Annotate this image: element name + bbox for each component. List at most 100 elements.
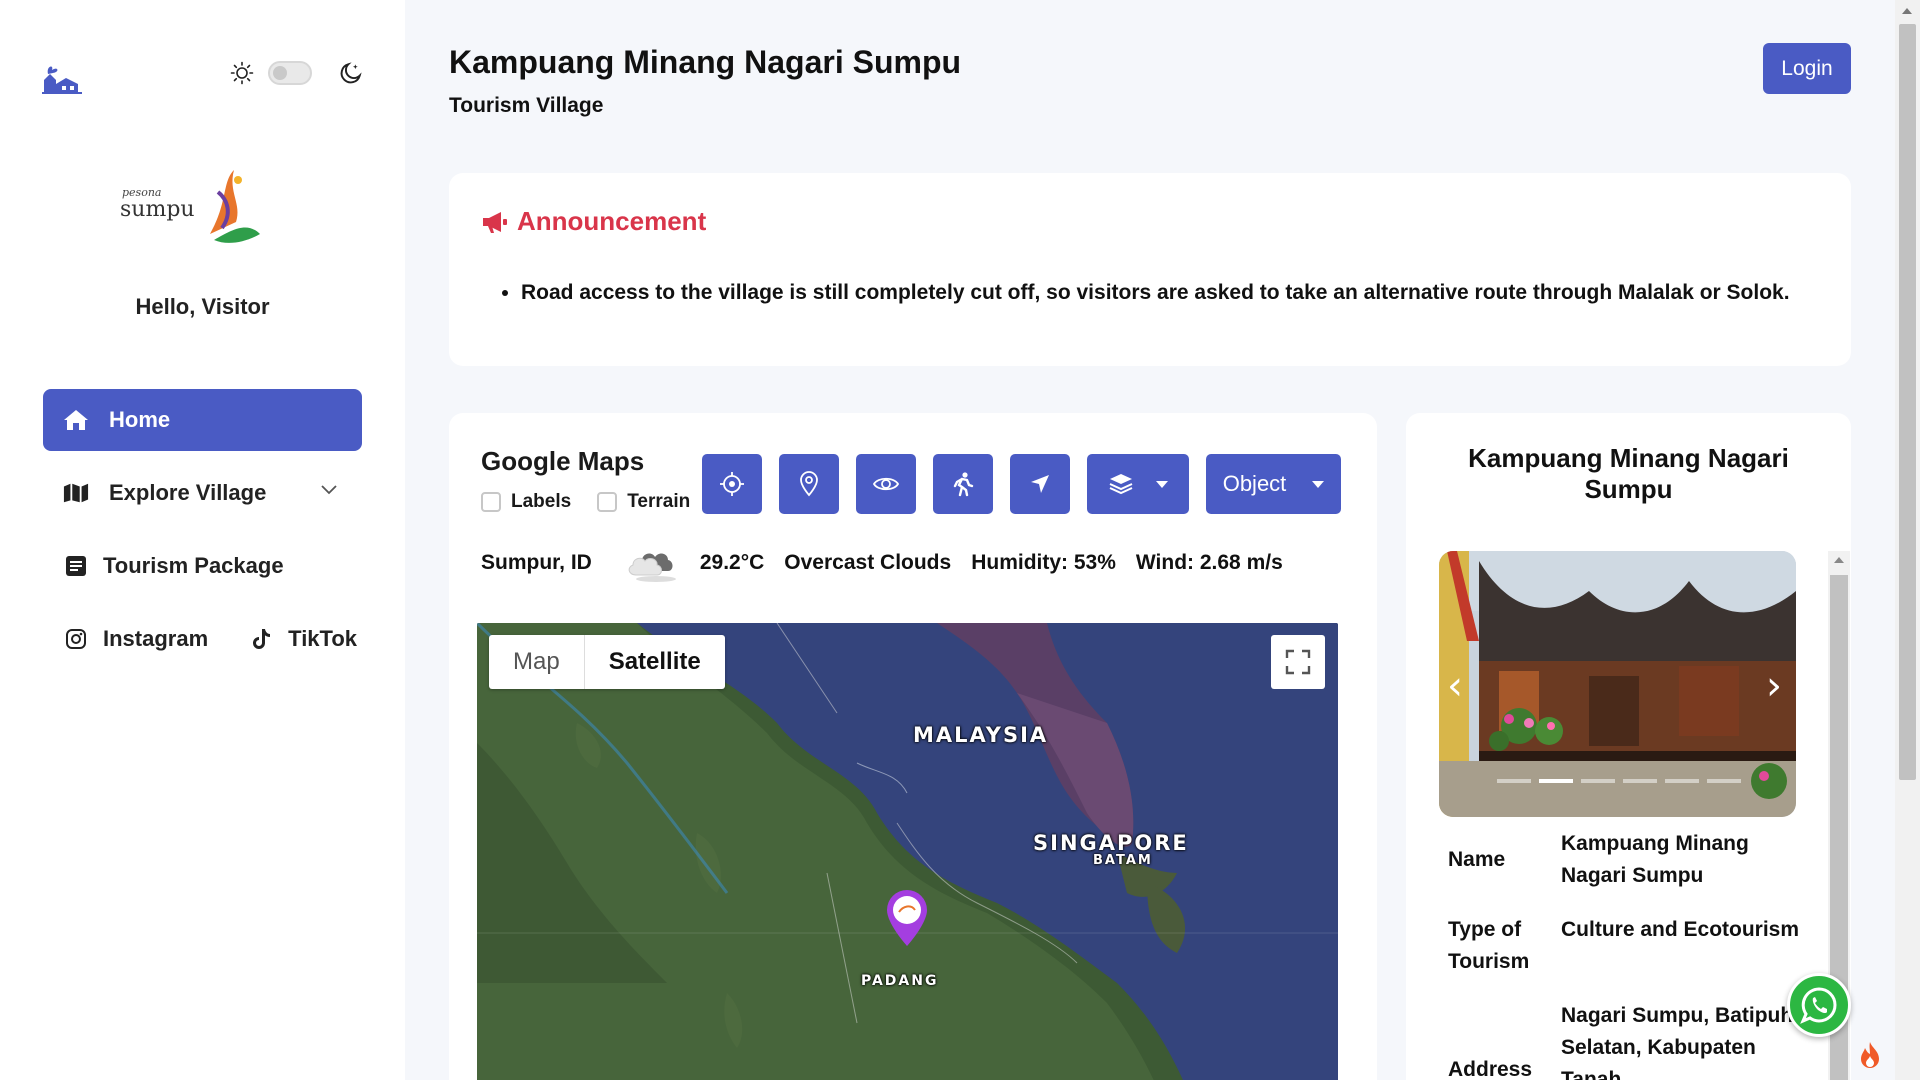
sidebar-item-home[interactable]: Home xyxy=(43,389,362,451)
photo-carousel[interactable]: ‹ › xyxy=(1439,551,1796,817)
greeting: Hello, Visitor xyxy=(135,294,270,319)
package-icon xyxy=(63,553,89,579)
scroll-up-arrow-icon[interactable] xyxy=(1834,557,1844,563)
instagram-label: Instagram xyxy=(103,626,209,651)
navigation-arrow-icon xyxy=(1031,475,1049,493)
map-icon xyxy=(63,480,89,506)
map-pin-icon xyxy=(800,471,818,497)
maps-card: Google Maps Labels Terrain Object Sumpur… xyxy=(449,413,1377,1080)
carousel-dot[interactable] xyxy=(1581,779,1615,783)
view-button[interactable] xyxy=(856,454,916,514)
sidebar-item-tourism-package[interactable]: Tourism Package xyxy=(43,535,362,597)
info-row-name: Name Kampuang Minang Nagari Sumpu xyxy=(1448,828,1818,892)
caret-down-icon xyxy=(1156,480,1168,488)
info-value: Culture and Ecotourism xyxy=(1561,918,1800,941)
carousel-next-button[interactable]: › xyxy=(1766,663,1782,709)
labels-checkbox-label: Labels xyxy=(511,491,572,512)
village-marker-icon[interactable] xyxy=(885,888,929,948)
announcement-title: Announcement xyxy=(517,206,707,236)
map-label-padang: PADANG xyxy=(861,973,939,989)
tiktok-icon xyxy=(248,626,274,652)
moon-icon xyxy=(340,62,362,84)
sidebar-nav: Home Explore Village Tourism Package Ins… xyxy=(43,389,362,670)
village-location-button[interactable] xyxy=(779,454,839,514)
announcement-item: Road access to the village is still comp… xyxy=(521,281,1790,305)
terrain-checkbox-label: Terrain xyxy=(627,491,691,512)
around-you-button[interactable] xyxy=(933,454,993,514)
info-value: Nagari Sumpu, Batipuh Selatan, Kabupaten… xyxy=(1561,1004,1794,1080)
current-location-button[interactable] xyxy=(702,454,762,514)
eye-icon xyxy=(872,477,900,491)
weather-temperature: 29.2°C xyxy=(699,551,765,574)
weather-wind: Wind: 2.68 m/s xyxy=(1135,551,1283,574)
maps-title: Google Maps xyxy=(481,446,645,476)
weather-bar: Sumpur, ID 29.2°C Overcast Clouds Humidi… xyxy=(481,541,1303,585)
dark-mode-switch[interactable] xyxy=(268,61,312,85)
navigate-button[interactable] xyxy=(1010,454,1070,514)
labels-checkbox[interactable]: Labels xyxy=(481,491,571,513)
map-type-satellite-button[interactable]: Satellite xyxy=(583,635,725,689)
map-type-map-button[interactable]: Map xyxy=(489,635,584,689)
info-key: Name xyxy=(1448,848,1506,871)
sun-icon xyxy=(230,61,254,85)
fullscreen-button[interactable] xyxy=(1271,635,1325,689)
layers-icon xyxy=(1109,474,1133,495)
terrain-checkbox[interactable]: Terrain xyxy=(597,491,690,513)
home-icon xyxy=(63,407,89,433)
instagram-icon xyxy=(63,626,89,652)
map-label-batam: BATAM xyxy=(1093,853,1153,868)
walking-person-icon xyxy=(953,472,974,497)
megaphone-icon xyxy=(483,211,507,233)
scrollbar-thumb[interactable] xyxy=(1899,24,1916,780)
weather-location: Sumpur, ID xyxy=(481,551,592,574)
whatsapp-icon xyxy=(1800,987,1837,1024)
social-links: Instagram TikTok xyxy=(43,608,362,670)
carousel-dot[interactable] xyxy=(1665,779,1699,783)
announcement-card: Announcement Road access to the village … xyxy=(449,173,1851,366)
theme-toggle xyxy=(230,60,364,86)
scroll-up-arrow-icon[interactable] xyxy=(1902,8,1912,14)
village-detail-card: Kampuang Minang Nagari Sumpu ‹ › Name Ka… xyxy=(1406,413,1851,1080)
google-map[interactable]: MALAYSIA SINGAPORE BATAM PADANG Map Sate… xyxy=(477,623,1338,1080)
sidebar-item-label: Home xyxy=(109,407,171,432)
carousel-indicators xyxy=(1497,779,1741,783)
carousel-dot[interactable] xyxy=(1497,779,1531,783)
fire-icon[interactable] xyxy=(1855,1040,1885,1070)
sidebar-item-explore-village[interactable]: Explore Village xyxy=(43,462,362,524)
crosshair-icon xyxy=(720,472,744,496)
page-scrollbar[interactable] xyxy=(1895,0,1920,1080)
chevron-down-icon xyxy=(321,485,337,495)
instagram-link[interactable]: Instagram xyxy=(63,626,208,652)
info-key: Address xyxy=(1448,1058,1533,1080)
weather-condition: Overcast Clouds xyxy=(784,551,952,574)
page-subtitle: Tourism Village xyxy=(449,94,604,117)
login-button[interactable]: Login xyxy=(1763,43,1851,94)
carousel-dot[interactable] xyxy=(1623,779,1657,783)
sidebar-item-label: Tourism Package xyxy=(103,553,284,578)
map-toolbar: Object xyxy=(702,454,1341,514)
main-content: Kampuang Minang Nagari Sumpu Tourism Vil… xyxy=(405,0,1895,1080)
carousel-dot[interactable] xyxy=(1707,779,1741,783)
village-info-table: Name Kampuang Minang Nagari Sumpu Type o… xyxy=(1448,828,1818,1080)
overcast-cloud-icon xyxy=(628,553,676,582)
village-logo-icon[interactable] xyxy=(40,62,84,96)
page-title: Kampuang Minang Nagari Sumpu xyxy=(449,44,962,80)
carousel-dot[interactable] xyxy=(1539,779,1573,783)
announcement-heading: Announcement xyxy=(481,206,706,237)
whatsapp-button[interactable] xyxy=(1787,973,1851,1037)
fullscreen-icon xyxy=(1285,649,1311,675)
carousel-prev-button[interactable]: ‹ xyxy=(1447,663,1463,709)
info-row-address: Address Nagari Sumpu, Batipuh Selatan, K… xyxy=(1448,1000,1818,1080)
weather-humidity: Humidity: 53% xyxy=(971,551,1116,574)
object-dropdown[interactable]: Object xyxy=(1206,454,1341,514)
caret-down-icon xyxy=(1312,480,1325,488)
tiktok-link[interactable]: TikTok xyxy=(248,626,357,652)
sidebar: pesona sumpu Hello, Visitor Home Explore… xyxy=(0,0,405,1080)
announcement-list: Road access to the village is still comp… xyxy=(521,281,1790,305)
detail-title: Kampuang Minang Nagari Sumpu xyxy=(1468,443,1789,504)
tiktok-label: TikTok xyxy=(288,626,358,651)
object-dropdown-label: Object xyxy=(1222,471,1287,496)
village-photo xyxy=(1439,551,1796,817)
svg-text:sumpu: sumpu xyxy=(120,197,195,222)
layers-dropdown[interactable] xyxy=(1087,454,1189,514)
